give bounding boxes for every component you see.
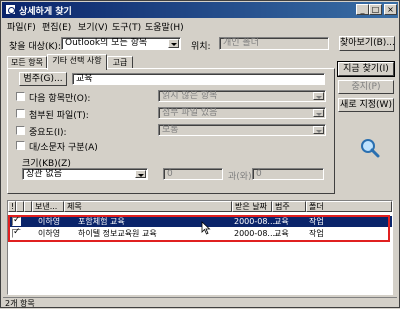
- location-field: 개인 폴더: [219, 37, 329, 50]
- category-value: 교육: [76, 74, 93, 84]
- location-label: 위치:: [191, 42, 211, 52]
- table-row[interactable]: 이하영 하이텔 정보교육원 교육 2000-08... 교육 작업: [8, 227, 392, 239]
- attachments-select: 첨부 파일 있음: [158, 107, 326, 119]
- chevron-down-icon: [313, 126, 324, 134]
- row-received: 2000-08...: [234, 217, 276, 226]
- status-bar: 2개 항목: [3, 297, 397, 308]
- chevron-down-icon: [313, 109, 324, 117]
- size-to-field: 0: [252, 168, 324, 180]
- advanced-find-window: 상세하게 찾기 _ □ × 파일(F) 편집(E) 보기(V) 도구(T) 도움…: [0, 0, 400, 308]
- results-list[interactable]: ! 보낸... 제목 받은 날짜 범주 폴더 이하영 포함체험 교육 2000-…: [7, 200, 393, 295]
- col-attachment[interactable]: [24, 201, 32, 212]
- more-choices-panel: 범주(G)... 교육 다음 항목만(O): 읽지 않은 항목 첨부된 파일(T…: [7, 68, 335, 194]
- new-search-button[interactable]: 새로 지정(W): [338, 98, 394, 112]
- match-case-label: 대/소문자 구분(A): [29, 143, 98, 153]
- target-label: 찾을 대상(K):: [9, 42, 61, 52]
- location-value: 개인 폴더: [223, 38, 259, 48]
- minimize-button[interactable]: _: [356, 4, 369, 15]
- row-folder: 작업: [309, 217, 324, 226]
- close-button[interactable]: ×: [384, 4, 397, 15]
- importance-label: 중요도(I):: [29, 128, 67, 138]
- row-category: 교육: [274, 229, 289, 238]
- unread-only-label: 다음 항목만(O):: [29, 94, 91, 104]
- row-subject: 하이텔 정보교육원 교육: [78, 229, 157, 238]
- menu-view[interactable]: 보기(V): [78, 20, 108, 33]
- menu-help[interactable]: 도움말(H): [145, 20, 184, 33]
- magnifier-icon: [361, 139, 380, 158]
- chevron-down-icon[interactable]: [168, 39, 179, 48]
- col-received[interactable]: 받은 날짜: [232, 201, 272, 212]
- row-folder: 작업: [309, 229, 324, 238]
- menu-edit[interactable]: 편집(E): [42, 20, 71, 33]
- attachments-value: 첨부 파일 있음: [162, 108, 218, 118]
- col-from[interactable]: 보낸...: [32, 201, 64, 212]
- importance-value: 보통: [162, 125, 179, 135]
- title-bar[interactable]: 상세하게 찾기 _ □ ×: [2, 2, 398, 18]
- window-title: 상세하게 찾기: [19, 7, 72, 17]
- size-to-value: 0: [256, 169, 262, 179]
- size-value: 상관 없음: [26, 169, 62, 179]
- col-folder[interactable]: 폴더: [306, 201, 392, 212]
- chevron-down-icon: [313, 92, 324, 100]
- table-row[interactable]: 이하영 포함체험 교육 2000-08... 교육 작업: [8, 215, 392, 227]
- unread-only-value: 읽지 않은 항목: [162, 91, 218, 101]
- status-text: 2개 항목: [5, 299, 35, 308]
- attachments-checkbox[interactable]: [16, 109, 25, 118]
- importance-select: 보통: [158, 124, 326, 136]
- match-case-checkbox[interactable]: [16, 141, 25, 150]
- category-button[interactable]: 범주(G)...: [19, 72, 67, 86]
- row-from: 이하영: [38, 229, 61, 238]
- col-icon[interactable]: [16, 201, 24, 212]
- chevron-down-icon[interactable]: [135, 170, 146, 178]
- target-value: Outlook의 모든 항목: [65, 38, 148, 48]
- size-select[interactable]: 상관 없음: [22, 168, 148, 180]
- size-and-label: 과(와): [228, 172, 252, 182]
- tab-more-choices[interactable]: 기타 선택 사항: [47, 54, 107, 70]
- row-category: 교육: [274, 217, 289, 226]
- mouse-cursor-icon: [201, 221, 211, 235]
- unread-only-checkbox[interactable]: [16, 92, 25, 101]
- importance-checkbox[interactable]: [16, 126, 25, 135]
- row-subject: 포함체험 교육: [78, 217, 125, 226]
- size-from-value: 0: [167, 169, 173, 179]
- col-importance[interactable]: !: [8, 201, 16, 212]
- category-field[interactable]: 교육: [72, 73, 325, 85]
- attachments-label: 첨부된 파일(T):: [29, 111, 89, 121]
- maximize-button[interactable]: □: [369, 4, 382, 15]
- row-received: 2000-08...: [234, 229, 276, 238]
- target-select[interactable]: Outlook의 모든 항목: [61, 37, 181, 50]
- browse-button[interactable]: 찾아보기(B)...: [339, 36, 395, 51]
- menu-tools[interactable]: 도구(T): [112, 20, 141, 33]
- row-checkbox[interactable]: [12, 215, 21, 226]
- search-icon: [5, 4, 16, 15]
- menu-bar: 파일(F) 편집(E) 보기(V) 도구(T) 도움말(H): [2, 19, 398, 33]
- stop-button: 중지(P): [338, 80, 394, 94]
- col-category[interactable]: 범주: [272, 201, 306, 212]
- row-checkbox[interactable]: [12, 227, 21, 238]
- find-now-button[interactable]: 지금 찾기(I): [337, 61, 395, 77]
- row-from: 이하영: [38, 217, 61, 226]
- col-subject[interactable]: 제목: [64, 201, 232, 212]
- unread-only-select: 읽지 않은 항목: [158, 90, 326, 102]
- size-from-field: 0: [163, 168, 223, 180]
- menu-file[interactable]: 파일(F): [7, 20, 36, 33]
